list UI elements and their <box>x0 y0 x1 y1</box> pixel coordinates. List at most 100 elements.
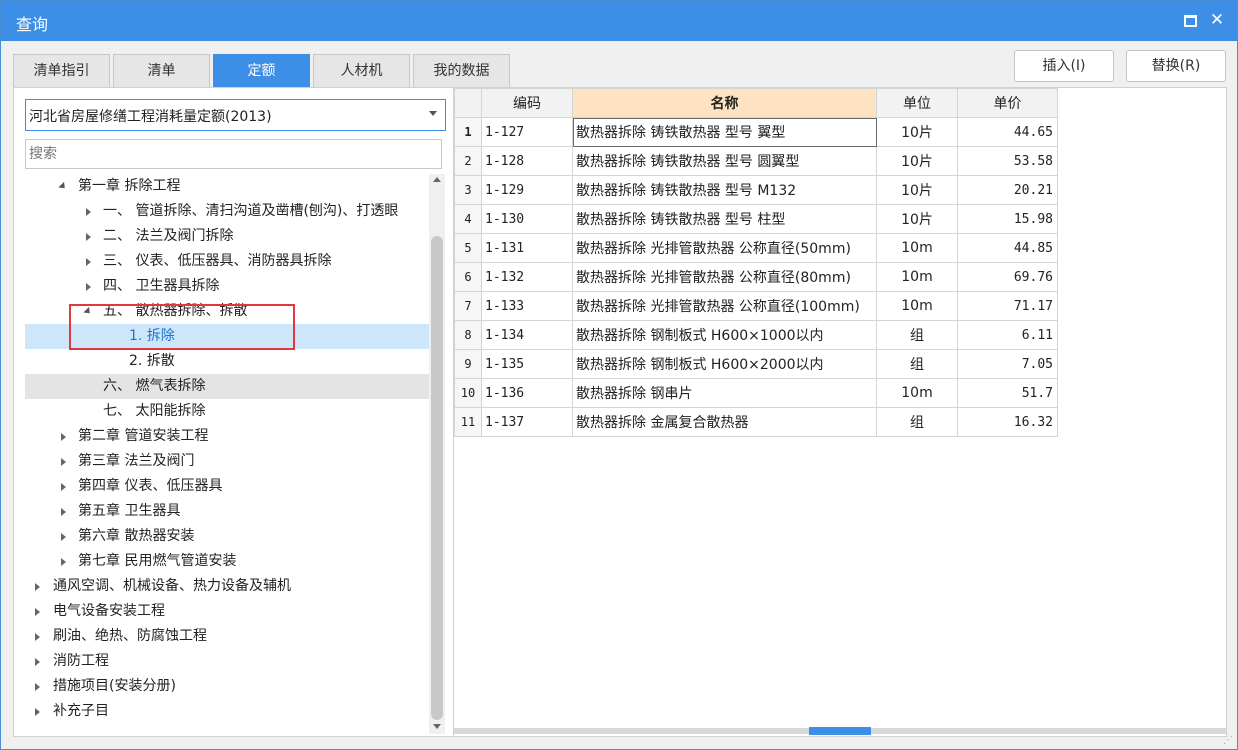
table-row[interactable]: 3 1-129 散热器拆除 铸铁散热器 型号 M132 10片 20.21 <box>454 175 1058 205</box>
tab-bill[interactable]: 清单 <box>113 54 210 87</box>
row-unit[interactable]: 组 <box>876 349 958 379</box>
collapsed-icon[interactable] <box>60 532 66 541</box>
row-code[interactable]: 1-129 <box>481 175 573 205</box>
row-unit[interactable]: 10片 <box>876 146 958 176</box>
row-unit[interactable]: 10片 <box>876 175 958 205</box>
row-code[interactable]: 1-132 <box>481 262 573 292</box>
table-splitter-bar[interactable] <box>454 727 1226 735</box>
collapsed-icon[interactable] <box>60 557 66 566</box>
table-row[interactable]: 4 1-130 散热器拆除 铸铁散热器 型号 柱型 10片 15.98 <box>454 204 1058 234</box>
splitter-handle[interactable] <box>809 727 871 735</box>
column-header-price[interactable]: 单价 <box>957 88 1058 118</box>
tab-bill-guide[interactable]: 清单指引 <box>13 54 110 87</box>
row-code[interactable]: 1-131 <box>481 233 573 263</box>
row-price[interactable]: 16.32 <box>957 407 1058 437</box>
row-name[interactable]: 散热器拆除 钢串片 <box>572 378 877 408</box>
tree-item-chapter-4[interactable]: 第四章 仪表、低压器具 <box>25 474 429 499</box>
tree-item-disassemble[interactable]: 2. 拆散 <box>25 349 429 374</box>
collapsed-icon[interactable] <box>85 232 91 241</box>
row-code[interactable]: 1-135 <box>481 349 573 379</box>
expanded-icon[interactable] <box>58 181 68 192</box>
row-name[interactable]: 散热器拆除 光排管散热器 公称直径(100mm) <box>572 291 877 321</box>
tree-item-chapter-5[interactable]: 第五章 卫生器具 <box>25 499 429 524</box>
tab-my-data[interactable]: 我的数据 <box>413 54 510 87</box>
tree-item-painting[interactable]: 刷油、绝热、防腐蚀工程 <box>25 624 429 649</box>
tree-item-chapter-3[interactable]: 第三章 法兰及阀门 <box>25 449 429 474</box>
tree-item-fire[interactable]: 消防工程 <box>25 649 429 674</box>
collapsed-icon[interactable] <box>34 582 40 591</box>
row-code[interactable]: 1-133 <box>481 291 573 321</box>
collapsed-icon[interactable] <box>60 432 66 441</box>
replace-button[interactable]: 替换(R) <box>1126 50 1226 82</box>
row-unit[interactable]: 组 <box>876 320 958 350</box>
row-code[interactable]: 1-136 <box>481 378 573 408</box>
insert-button[interactable]: 插入(I) <box>1014 50 1114 82</box>
tree-item-hvac[interactable]: 通风空调、机械设备、热力设备及辅机 <box>25 574 429 599</box>
tab-labor-material-machine[interactable]: 人材机 <box>313 54 410 87</box>
row-price[interactable]: 44.65 <box>957 117 1058 147</box>
tree-scrollbar[interactable] <box>429 174 445 734</box>
row-name[interactable]: 散热器拆除 光排管散热器 公称直径(80mm) <box>572 262 877 292</box>
row-name[interactable]: 散热器拆除 金属复合散热器 <box>572 407 877 437</box>
table-row[interactable]: 5 1-131 散热器拆除 光排管散热器 公称直径(50mm) 10m 44.8… <box>454 233 1058 263</box>
table-row[interactable]: 7 1-133 散热器拆除 光排管散热器 公称直径(100mm) 10m 71.… <box>454 291 1058 321</box>
row-code[interactable]: 1-134 <box>481 320 573 350</box>
collapsed-icon[interactable] <box>34 607 40 616</box>
row-code[interactable]: 1-128 <box>481 146 573 176</box>
row-unit[interactable]: 10片 <box>876 117 958 147</box>
row-price[interactable]: 44.85 <box>957 233 1058 263</box>
row-unit[interactable]: 10m <box>876 378 958 408</box>
tree-item-section-6[interactable]: 六、 燃气表拆除 <box>25 374 429 399</box>
tree-item-chapter-2[interactable]: 第二章 管道安装工程 <box>25 424 429 449</box>
table-row[interactable]: 9 1-135 散热器拆除 钢制板式 H600×2000以内 组 7.05 <box>454 349 1058 379</box>
tree-item-electrical[interactable]: 电气设备安装工程 <box>25 599 429 624</box>
table-row[interactable]: 8 1-134 散热器拆除 钢制板式 H600×1000以内 组 6.11 <box>454 320 1058 350</box>
table-row[interactable]: 6 1-132 散热器拆除 光排管散热器 公称直径(80mm) 10m 69.7… <box>454 262 1058 292</box>
chevron-down-icon[interactable] <box>429 111 437 116</box>
tree-item-section-2[interactable]: 二、 法兰及阀门拆除 <box>25 224 429 249</box>
row-unit[interactable]: 组 <box>876 407 958 437</box>
row-unit[interactable]: 10m <box>876 233 958 263</box>
collapsed-icon[interactable] <box>85 282 91 291</box>
table-row[interactable]: 2 1-128 散热器拆除 铸铁散热器 型号 圆翼型 10片 53.58 <box>454 146 1058 176</box>
row-price[interactable]: 6.11 <box>957 320 1058 350</box>
table-row[interactable]: 10 1-136 散热器拆除 钢串片 10m 51.7 <box>454 378 1058 408</box>
row-price[interactable]: 7.05 <box>957 349 1058 379</box>
collapsed-icon[interactable] <box>60 482 66 491</box>
row-name[interactable]: 散热器拆除 钢制板式 H600×2000以内 <box>572 349 877 379</box>
collapsed-icon[interactable] <box>34 707 40 716</box>
tree-item-chapter-6[interactable]: 第六章 散热器安装 <box>25 524 429 549</box>
collapsed-icon[interactable] <box>60 507 66 516</box>
tree-item-chapter-7[interactable]: 第七章 民用燃气管道安装 <box>25 549 429 574</box>
row-unit[interactable]: 10m <box>876 291 958 321</box>
row-name[interactable]: 散热器拆除 钢制板式 H600×1000以内 <box>572 320 877 350</box>
row-price[interactable]: 15.98 <box>957 204 1058 234</box>
row-code[interactable]: 1-130 <box>481 204 573 234</box>
table-row[interactable]: 11 1-137 散热器拆除 金属复合散热器 组 16.32 <box>454 407 1058 437</box>
tree-item-measures[interactable]: 措施项目(安装分册) <box>25 674 429 699</box>
collapsed-icon[interactable] <box>34 632 40 641</box>
collapsed-icon[interactable] <box>60 457 66 466</box>
row-price[interactable]: 51.7 <box>957 378 1058 408</box>
row-name[interactable]: 散热器拆除 铸铁散热器 型号 柱型 <box>572 204 877 234</box>
tree-item-supplement[interactable]: 补充子目 <box>25 699 429 724</box>
row-name[interactable]: 散热器拆除 铸铁散热器 型号 M132 <box>572 175 877 205</box>
collapsed-icon[interactable] <box>85 257 91 266</box>
row-code[interactable]: 1-137 <box>481 407 573 437</box>
row-price[interactable]: 53.58 <box>957 146 1058 176</box>
collapsed-icon[interactable] <box>34 682 40 691</box>
row-name[interactable]: 散热器拆除 铸铁散热器 型号 翼型 <box>572 117 877 147</box>
tab-quota[interactable]: 定额 <box>213 54 310 87</box>
row-code[interactable]: 1-127 <box>481 117 573 147</box>
search-input[interactable] <box>25 139 442 169</box>
tree-item-section-4[interactable]: 四、 卫生器具拆除 <box>25 274 429 299</box>
scroll-down-icon[interactable] <box>433 724 441 729</box>
resize-grip-icon[interactable]: ⋰ <box>1223 735 1235 747</box>
tree-item-section-3[interactable]: 三、 仪表、低压器具、消防器具拆除 <box>25 249 429 274</box>
row-name[interactable]: 散热器拆除 光排管散热器 公称直径(50mm) <box>572 233 877 263</box>
scrollbar-thumb[interactable] <box>431 236 443 720</box>
title-bar[interactable]: 查询 ✕ <box>1 1 1237 41</box>
row-price[interactable]: 69.76 <box>957 262 1058 292</box>
tree-item-section-7[interactable]: 七、 太阳能拆除 <box>25 399 429 424</box>
maximize-icon[interactable] <box>1179 9 1201 31</box>
